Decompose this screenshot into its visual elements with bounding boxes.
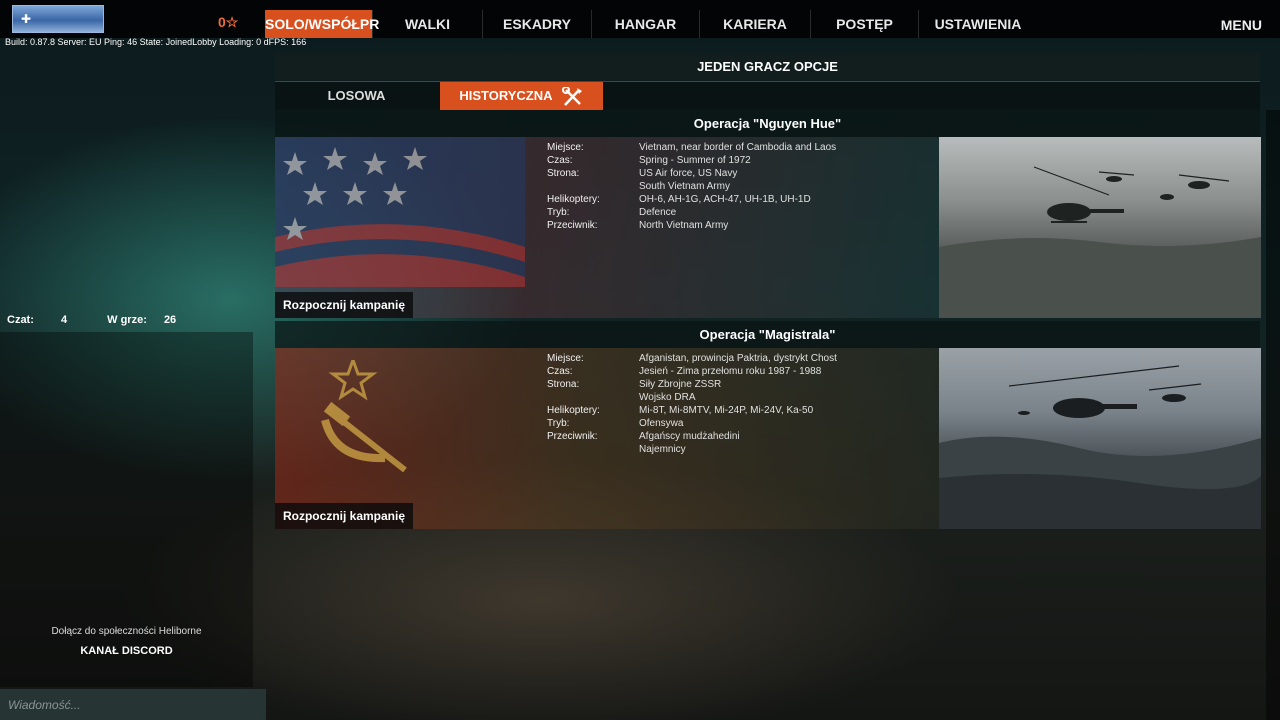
info-label [547, 180, 639, 193]
nav-solo-coop[interactable]: SOLO/WSPÓŁPR [265, 10, 379, 38]
info-value: Afgańscy mudżahedini [639, 431, 740, 442]
info-label: Strona: [547, 168, 580, 179]
operation-details: Miejsce: Vietnam, near border of Cambodia… [275, 137, 939, 318]
page-title: JEDEN GRACZ OPCJE [275, 53, 1260, 80]
operation-card: Operacja "Nguyen Hue" Miejsce: Vietnam, … [275, 110, 1261, 328]
info-value: Siły Zbrojne ZSSR [639, 379, 722, 390]
info-label: Czas: [547, 366, 573, 377]
community-text: Dołącz do społeczności Heliborne [51, 626, 202, 637]
mode-tabs: LOSOWA HISTORYCZNA [275, 81, 1260, 110]
tab-historyczna-label: HISTORYCZNA [459, 88, 553, 103]
menu-button[interactable]: MENU [1221, 17, 1262, 33]
player-flag-icon[interactable]: ✚ [12, 5, 104, 33]
info-value: Wojsko DRA [639, 392, 696, 403]
info-label: Miejsce: [547, 353, 584, 364]
info-label [547, 391, 639, 404]
operation-details: Miejsce: Afganistan, prowincja Paktria, d… [275, 348, 939, 529]
nav-hangar[interactable]: HANGAR [592, 10, 700, 38]
nav-postep[interactable]: POSTĘP [811, 10, 919, 38]
nav-walki[interactable]: WALKI [373, 10, 483, 38]
info-label: Miejsce: [547, 142, 584, 153]
info-label: Strona: [547, 379, 580, 390]
operation-info: Miejsce: Vietnam, near border of Cambodia… [547, 141, 879, 232]
currency-stars: 0☆ [218, 14, 239, 30]
operation-preview-image [939, 137, 1261, 318]
info-value: Mi-8T, Mi-8MTV, Mi-24P, Mi-24V, Ka-50 [639, 405, 814, 416]
operation-title: Operacja "Nguyen Hue" [275, 110, 1260, 137]
message-input[interactable] [0, 689, 266, 720]
info-label: Tryb: [547, 207, 570, 218]
info-value: Najemnicy [639, 444, 686, 455]
main-nav-rest: WALKI ESKADRY HANGAR KARIERA POSTĘP USTA… [373, 10, 1037, 38]
tab-losowa[interactable]: LOSOWA [275, 82, 438, 110]
info-value: Spring - Summer of 1972 [639, 155, 751, 166]
crossed-tools-icon [561, 86, 582, 106]
info-value: Afganistan, prowincja Paktria, dystrykt … [639, 353, 837, 364]
hammer-sickle-icon [321, 360, 407, 473]
info-label: Czas: [547, 155, 573, 166]
nav-kariera[interactable]: KARIERA [700, 10, 811, 38]
main-nav: SOLO/WSPÓŁPR [265, 10, 379, 38]
ingame-count: 26 [163, 314, 177, 326]
operation-info: Miejsce: Afganistan, prowincja Paktria, d… [547, 352, 879, 456]
info-value: Jesień - Zima przełomu roku 1987 - 1988 [639, 366, 822, 377]
start-campaign-button[interactable]: Rozpocznij kampanię [275, 292, 413, 318]
info-value: Vietnam, near border of Cambodia and Lao… [639, 142, 837, 153]
info-label: Helikoptery: [547, 194, 600, 205]
nav-eskadry[interactable]: ESKADRY [483, 10, 592, 38]
info-value: Defence [639, 207, 677, 218]
info-value: North Vietnam Army [639, 220, 729, 231]
us-flag-icon [275, 137, 525, 287]
operation-preview-image [939, 348, 1261, 529]
info-label [547, 443, 639, 456]
helicopter-scene-icon [939, 166, 1261, 318]
flag-emblem-icon: ✚ [21, 12, 32, 26]
build-info: Build: 0.87.8 Server: EU Ping: 46 State:… [5, 37, 307, 47]
info-value: US Air force, US Navy [639, 168, 738, 179]
tab-historyczna[interactable]: HISTORYCZNA [440, 82, 603, 110]
chat-stats: Czat: 4 W grze: 26 [7, 314, 176, 326]
info-value: Ofensywa [639, 418, 684, 429]
operation-title: Operacja "Magistrala" [275, 321, 1260, 348]
info-value: OH-6, AH-1G, ACH-47, UH-1B, UH-1D [639, 194, 811, 205]
nav-ustawienia[interactable]: USTAWIENIA [919, 10, 1037, 38]
discord-button[interactable]: KANAŁ DISCORD [0, 645, 253, 657]
helicopter-scene-icon [939, 365, 1261, 529]
scrollbar[interactable] [1266, 110, 1280, 720]
operation-card: Operacja "Magistrala" Miejsce: Afganistan… [275, 321, 1261, 539]
chat-label: Czat: [7, 314, 34, 326]
start-campaign-button[interactable]: Rozpocznij kampanię [275, 503, 413, 529]
tab-losowa-label: LOSOWA [327, 88, 386, 103]
info-label: Przeciwnik: [547, 220, 598, 231]
info-value: South Vietnam Army [639, 181, 730, 192]
chat-count: 4 [60, 314, 68, 326]
ingame-label: W grze: [107, 314, 147, 326]
info-label: Helikoptery: [547, 405, 600, 416]
info-label: Tryb: [547, 418, 570, 429]
info-label: Przeciwnik: [547, 431, 598, 442]
